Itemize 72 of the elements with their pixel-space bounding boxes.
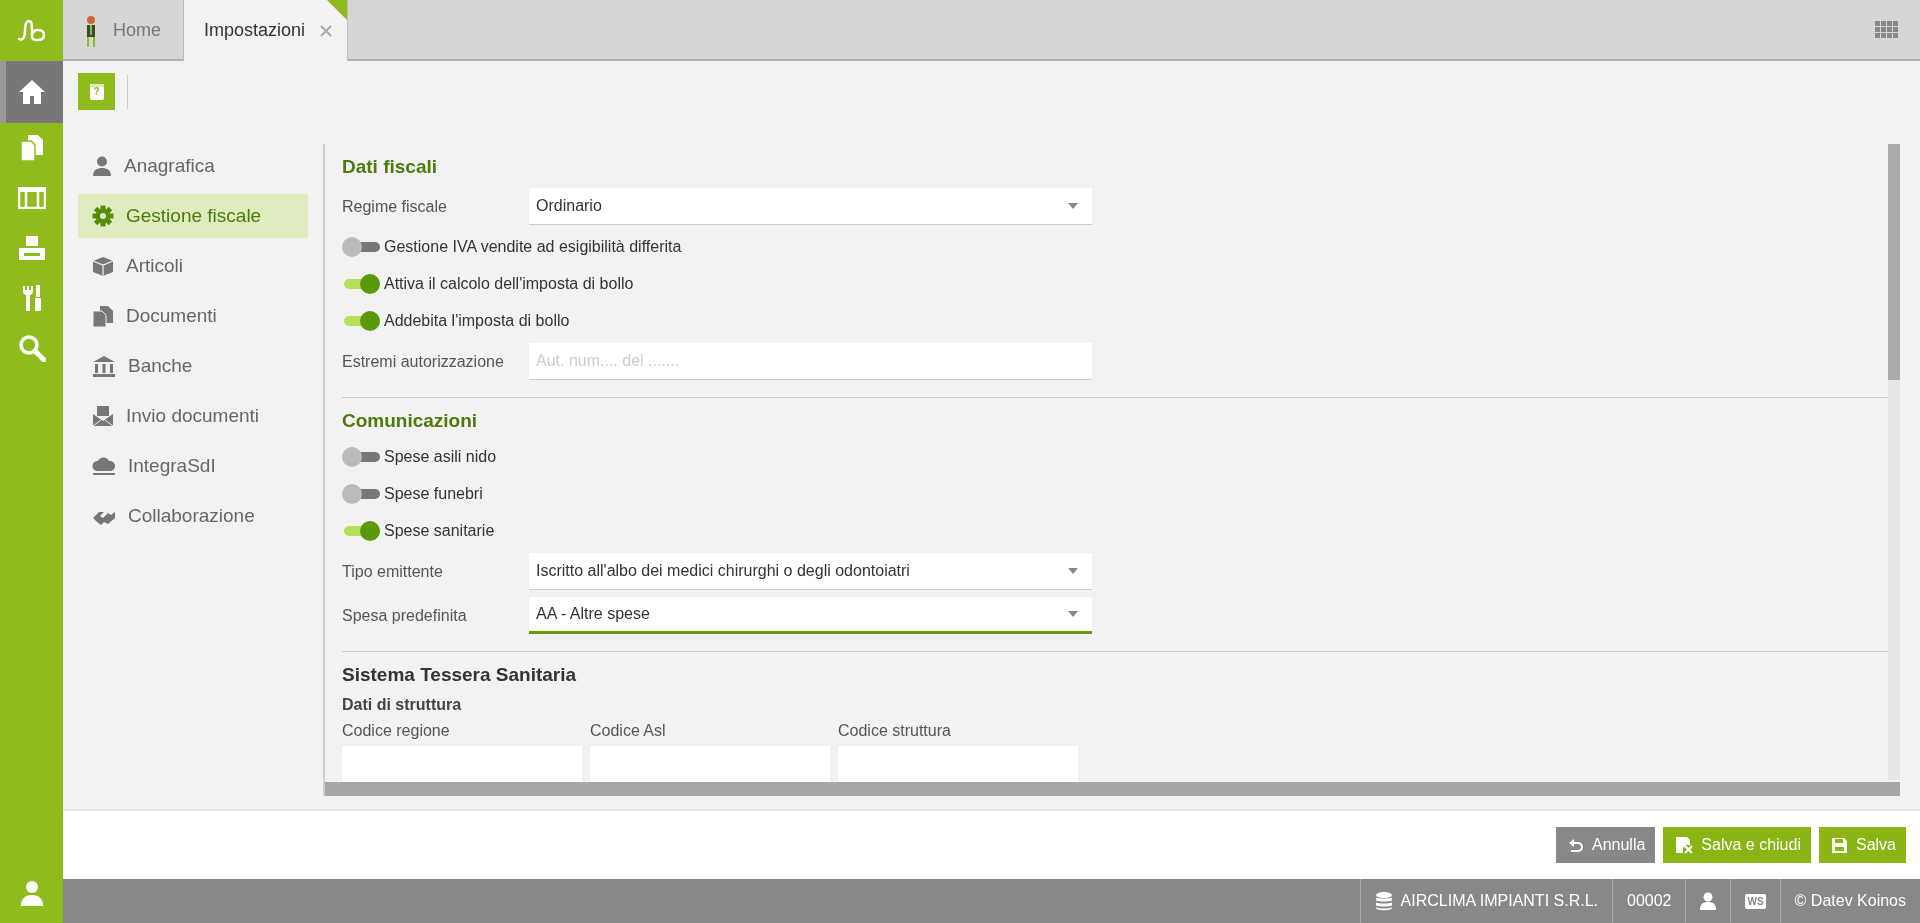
section-title: Comunicazioni: [342, 409, 479, 433]
field-label: Codice Asl: [590, 722, 667, 740]
floppy-icon: [1830, 836, 1848, 854]
tab[interactable]: Impostazioni: [184, 0, 349, 61]
field-label: Regime fiscale: [342, 197, 448, 216]
rail-item[interactable]: [0, 61, 63, 123]
nav-item[interactable]: Collaborazione: [78, 494, 308, 538]
nav-item[interactable]: IntegraSdI: [78, 444, 308, 488]
nav-item[interactable]: Invio documenti: [78, 394, 308, 438]
cloud-icon: [92, 455, 116, 477]
section-title: Sistema Tessera Sanitaria: [342, 663, 578, 687]
horizontal-scrollbar[interactable]: [325, 782, 1900, 796]
nav-item[interactable]: Gestione fiscale: [78, 194, 308, 238]
section-title: Dati fiscali: [342, 155, 439, 179]
caret-icon: [1068, 611, 1078, 617]
package-icon: [92, 256, 114, 276]
nav-item[interactable]: Anagrafica: [78, 144, 308, 188]
company-name: AIRCLIMA IMPIANTI S.R.L.: [1400, 892, 1598, 910]
envelope-icon: [92, 405, 114, 427]
toggle-label: Addebita l'imposta di bollo: [384, 312, 570, 330]
input-field[interactable]: [342, 746, 582, 783]
nav-item[interactable]: Articoli: [78, 244, 308, 288]
footer-button[interactable]: Annulla: [1555, 827, 1656, 863]
field-label: Spesa predefinita: [342, 606, 468, 625]
gear-icon: [92, 205, 114, 227]
field-label: Codice regione: [342, 722, 451, 740]
toggle-switch[interactable]: [342, 484, 380, 504]
toggle-switch[interactable]: [342, 521, 380, 541]
field-label: Estremi autorizzazione: [342, 352, 505, 371]
database-icon: [1374, 891, 1393, 911]
caret-icon: [1068, 568, 1078, 574]
documents-icon: [19, 134, 44, 162]
copyright-text: © Datev Koinos: [1794, 892, 1906, 910]
bank-icon: [92, 355, 116, 377]
toggle-switch[interactable]: [342, 311, 380, 331]
ws-badge[interactable]: WS: [1745, 893, 1766, 909]
home-icon: [17, 79, 46, 105]
select-field[interactable]: Iscritto all'albo dei medici chirurghi o degli odontoiatri: [529, 553, 1092, 590]
grid-icon[interactable]: [1875, 21, 1898, 38]
caret-icon: [1068, 203, 1078, 209]
subsection-title: Dati di struttura: [342, 696, 463, 714]
select-field[interactable]: AA - Altre spese: [529, 597, 1092, 634]
layout-icon: [17, 187, 46, 209]
toggle-label: Attiva il calcolo dell'imposta di bollo: [384, 275, 634, 293]
person-icon: [92, 156, 112, 176]
user-icon[interactable]: [19, 880, 44, 906]
toggle-label: Spese sanitarie: [384, 522, 495, 540]
toggle-label: Spese funebri: [384, 485, 483, 503]
scrollbar-thumb[interactable]: [1888, 144, 1900, 380]
printer-icon: [17, 235, 46, 261]
select-field[interactable]: Ordinario: [529, 188, 1092, 225]
field-label: Tipo emittente: [342, 562, 444, 581]
logo-icon: [16, 18, 47, 43]
help-book-icon: [88, 82, 105, 101]
search-icon: [17, 334, 46, 362]
toggle-label: Spese asili nido: [384, 448, 497, 466]
input-field[interactable]: [838, 746, 1078, 783]
vertical-scrollbar[interactable]: [1888, 144, 1900, 780]
company-code: 00002: [1627, 892, 1672, 910]
toggle-switch[interactable]: [342, 447, 380, 467]
undo-icon: [1567, 838, 1584, 852]
documents-icon: [92, 305, 114, 327]
nav-item[interactable]: Banche: [78, 344, 308, 388]
nav-item[interactable]: Documenti: [78, 294, 308, 338]
toggle-switch[interactable]: [342, 274, 380, 294]
field-label: Codice struttura: [838, 722, 952, 740]
close-icon[interactable]: [319, 23, 334, 38]
save-close-icon: [1675, 836, 1694, 854]
user-icon[interactable]: [1700, 892, 1717, 910]
toggle-switch[interactable]: [342, 237, 380, 257]
input-field[interactable]: [590, 746, 830, 783]
toggle-label: Gestione IVA vendite ad esigibilità differita: [384, 238, 682, 256]
